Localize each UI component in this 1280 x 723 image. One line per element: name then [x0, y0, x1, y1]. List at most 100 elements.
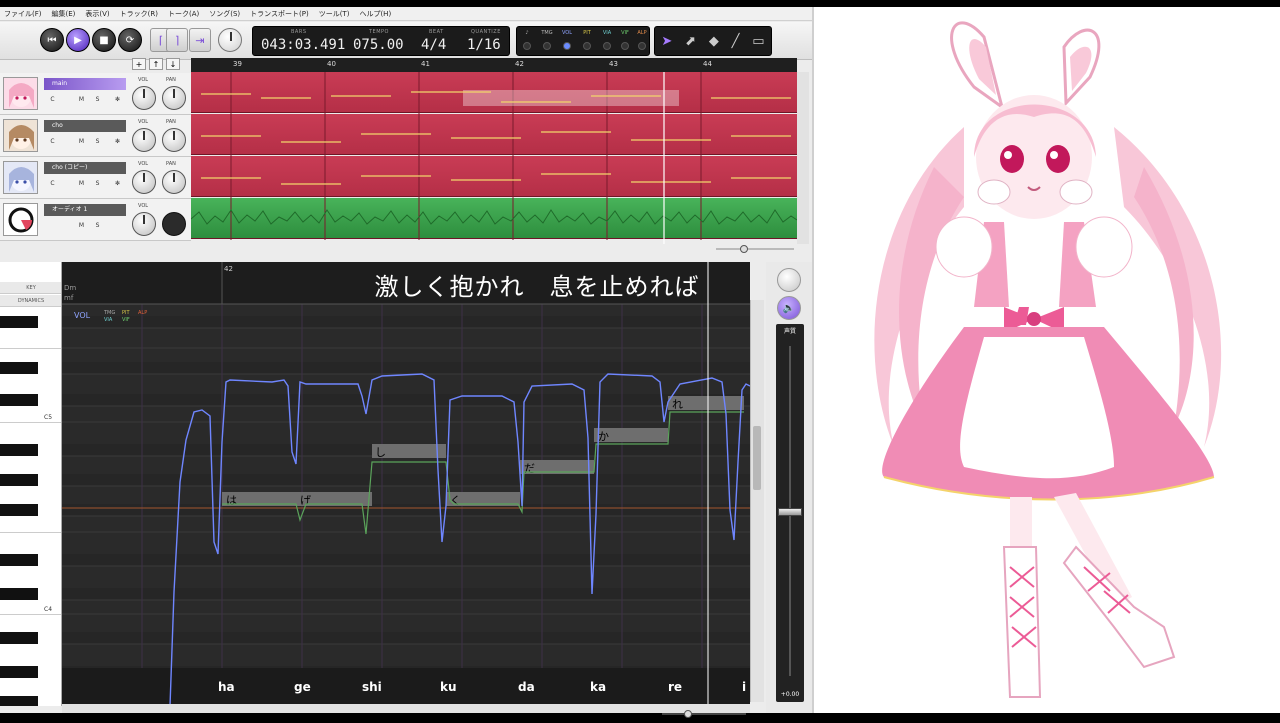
pan-label: PAN — [166, 77, 176, 83]
transport-display: BARS 043:03.491 TEMPO 075.00 BEAT 4/4 QU… — [252, 26, 510, 56]
play-button[interactable]: ▶ — [66, 28, 90, 52]
stop-button[interactable]: ■ — [92, 28, 116, 52]
track-cho[interactable]: cho C M S ✻ VOL PAN — [0, 115, 191, 157]
track-solo-button[interactable]: S — [92, 95, 103, 105]
note-icon: ♪ — [525, 30, 529, 36]
voice-quality-fader[interactable]: 声質 +0.00 — [776, 324, 804, 702]
black-key[interactable] — [0, 474, 38, 486]
track-c-button[interactable]: C — [47, 95, 58, 105]
fader-thumb[interactable] — [778, 508, 802, 516]
loop-end-button[interactable]: ⌉ — [166, 28, 188, 52]
piano-roll-horizontal-scrollbar[interactable] — [62, 704, 750, 718]
track-lanes[interactable] — [191, 72, 797, 244]
scroll-thumb[interactable] — [753, 426, 761, 490]
line-tool-icon[interactable]: ╱ — [732, 34, 740, 49]
black-key[interactable] — [0, 588, 38, 600]
phoneme-label: ha — [218, 680, 235, 694]
auto-scroll-button[interactable]: ⇥ — [189, 28, 211, 52]
piano-roll-vertical-scrollbar[interactable] — [750, 300, 764, 702]
vol-knob[interactable] — [132, 212, 156, 236]
black-key[interactable] — [0, 444, 38, 456]
track-mute-button[interactable]: M — [76, 137, 87, 147]
track-c-button[interactable]: C — [47, 137, 58, 147]
menu-view[interactable]: 表示(V) — [85, 9, 109, 19]
menu-edit[interactable]: 編集(E) — [52, 9, 76, 19]
voice-param-panel: 🔈 声質 +0.00 — [766, 262, 812, 713]
black-key[interactable] — [0, 696, 38, 706]
vol-knob[interactable] — [132, 86, 156, 110]
phoneme-label: shi — [362, 680, 382, 694]
rewind-button[interactable]: ⏮ — [40, 28, 64, 52]
menu-tools[interactable]: ツール(T) — [319, 9, 350, 19]
track-mute-button[interactable]: M — [76, 221, 87, 231]
black-key[interactable] — [0, 666, 38, 678]
mode-pit[interactable]: PIT — [580, 30, 594, 54]
track-solo-button[interactable]: S — [92, 179, 103, 189]
track-cho-copy[interactable]: cho (コピー) C M S ✻ VOL PAN — [0, 157, 191, 199]
vol-knob[interactable] — [132, 128, 156, 152]
menu-transport[interactable]: トランスポート(P) — [250, 9, 309, 19]
track-solo-button[interactable]: S — [92, 137, 103, 147]
black-key[interactable] — [0, 394, 38, 406]
mode-tmg[interactable]: TMG — [540, 30, 554, 54]
select-arrow-icon[interactable]: ➤ — [661, 34, 672, 49]
pan-knob[interactable] — [162, 128, 186, 152]
track-mute-button[interactable]: M — [76, 95, 87, 105]
track-c-button[interactable]: C — [47, 179, 58, 189]
tempo-value[interactable]: 075.00 — [353, 37, 404, 53]
menu-song[interactable]: ソング(S) — [209, 9, 240, 19]
key-divider — [0, 422, 61, 423]
piano-roll[interactable]: 42 Dm mf 激しく抱かれ 息を止めれば VOL TMG PIT ALP V… — [62, 262, 750, 706]
track-mute-button[interactable]: M — [76, 179, 87, 189]
mode-vif[interactable]: VIF — [618, 30, 632, 54]
beat-value[interactable]: 4/4 — [421, 37, 446, 53]
track-name[interactable]: cho (コピー) — [44, 162, 126, 174]
sidebar-toggle-button[interactable] — [777, 268, 801, 292]
note-label-c5: C5 — [44, 414, 53, 421]
menu-file[interactable]: ファイル(F) — [4, 9, 42, 19]
timeline-ruler[interactable]: 39 40 41 42 43 44 — [191, 58, 797, 72]
eraser-icon[interactable]: ◆ — [709, 34, 719, 49]
track-fx-button[interactable]: ✻ — [112, 95, 123, 105]
piano-keyboard[interactable]: KEY DYNAMICS C5 C4 — [0, 262, 62, 706]
track-name[interactable]: cho — [44, 120, 126, 132]
mode-via-label: VIA — [602, 30, 612, 36]
mode-note[interactable]: ♪ — [520, 30, 534, 54]
menu-track[interactable]: トラック(R) — [120, 9, 158, 19]
black-key[interactable] — [0, 632, 38, 644]
add-track-button[interactable]: + — [132, 58, 146, 70]
track-name[interactable]: オーディオ 1 — [44, 204, 126, 216]
mode-via[interactable]: VIA — [600, 30, 614, 54]
menu-help[interactable]: ヘルプ(H) — [359, 9, 391, 19]
move-track-down-button[interactable]: ↓ — [166, 58, 180, 70]
track-zoom-slider[interactable] — [712, 244, 812, 254]
track-vertical-scrollbar[interactable] — [797, 72, 809, 244]
pan-knob[interactable] — [162, 86, 186, 110]
black-key[interactable] — [0, 554, 38, 566]
black-key[interactable] — [0, 504, 38, 516]
vol-knob[interactable] — [132, 170, 156, 194]
track-name[interactable]: main — [44, 78, 126, 90]
quantize-value[interactable]: 1/16 — [467, 37, 501, 53]
metronome-dial[interactable] — [218, 28, 242, 52]
roll-zoom-slider[interactable] — [62, 710, 750, 719]
mode-vol[interactable]: VOL — [560, 30, 574, 54]
window-icon[interactable]: ▭ — [752, 34, 764, 49]
pan-knob[interactable] — [162, 170, 186, 194]
track-main[interactable]: main C M S ✻ VOL PAN — [0, 73, 191, 115]
loop-button[interactable]: ⟳ — [118, 28, 142, 52]
key-divider — [0, 348, 61, 349]
move-track-up-button[interactable]: ↑ — [149, 58, 163, 70]
bars-value[interactable]: 043:03.491 — [261, 37, 345, 53]
black-key[interactable] — [0, 362, 38, 374]
track-fx-button[interactable]: ✻ — [112, 137, 123, 147]
speaker-button[interactable]: 🔈 — [777, 296, 801, 320]
track-audio[interactable]: オーディオ 1 M S VOL — [0, 199, 191, 241]
singer-avatar — [3, 77, 38, 110]
track-solo-button[interactable]: S — [92, 221, 103, 231]
mode-alp[interactable]: ALP — [635, 30, 649, 54]
menu-talk[interactable]: トーク(A) — [168, 9, 199, 19]
track-fx-button[interactable]: ✻ — [112, 179, 123, 189]
range-select-icon[interactable]: ⬈ — [685, 34, 696, 49]
black-key[interactable] — [0, 316, 38, 328]
